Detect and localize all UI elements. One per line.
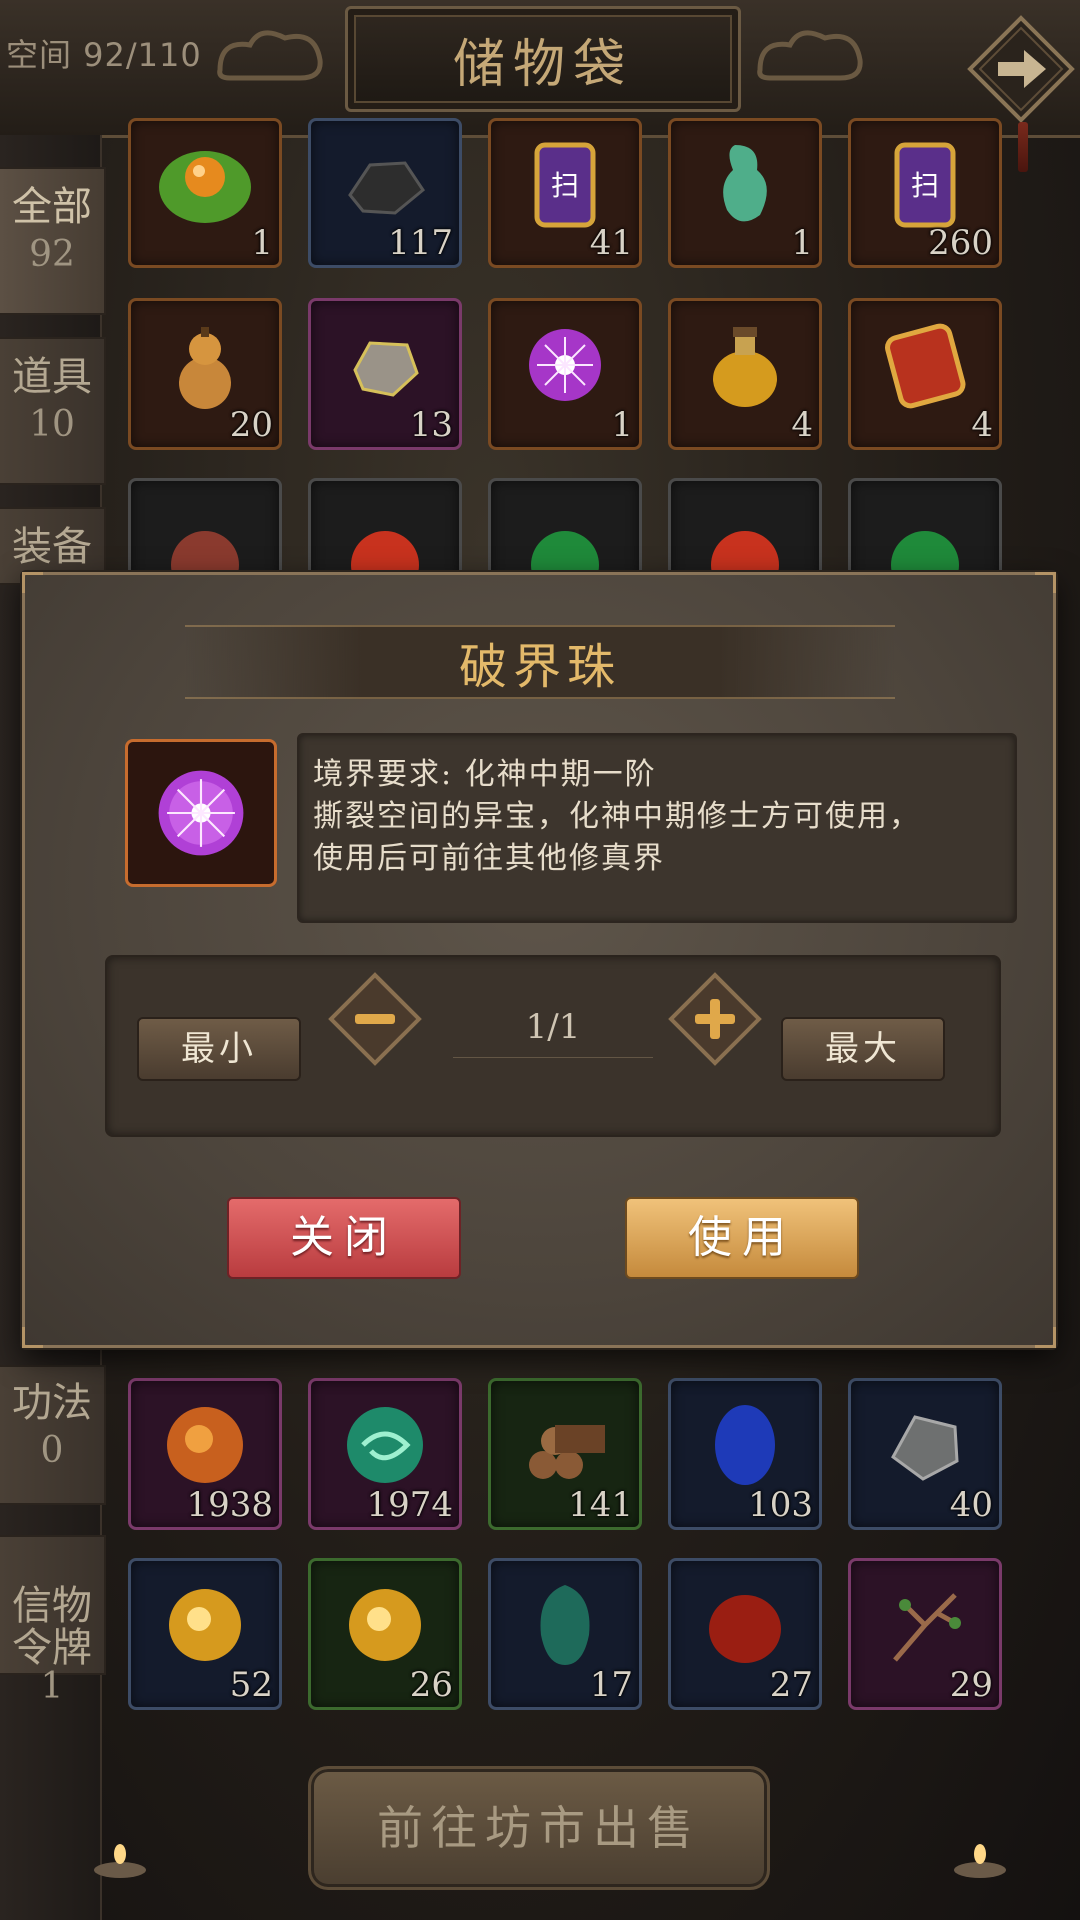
dialog-title-bar: 破界珠	[185, 625, 895, 699]
minus-icon	[355, 1014, 395, 1024]
corner-ornament	[22, 572, 43, 593]
item-icon-frame	[125, 739, 277, 887]
close-button[interactable]: 关闭	[227, 1197, 461, 1279]
use-button[interactable]: 使用	[625, 1197, 859, 1279]
realm-requirement: 境界要求: 化神中期一阶	[313, 757, 657, 792]
candle-icon	[94, 1844, 146, 1878]
corner-ornament	[1035, 1327, 1056, 1348]
decrease-button[interactable]	[327, 971, 423, 1067]
description-line: 撕裂空间的异宝，化神中期修士方可使用，	[313, 799, 921, 834]
corner-ornament	[22, 1327, 43, 1348]
item-description: 境界要求: 化神中期一阶 撕裂空间的异宝，化神中期修士方可使用， 使用后可前往其…	[297, 733, 1017, 923]
candle-icon	[954, 1844, 1006, 1878]
increase-button[interactable]	[667, 971, 763, 1067]
dialog-title: 破界珠	[458, 639, 621, 695]
quantity-value: 1/1	[453, 997, 653, 1058]
corner-ornament	[1035, 572, 1056, 593]
sell-at-market-button[interactable]: 前往坊市出售	[308, 1766, 770, 1890]
min-button[interactable]: 最小	[137, 1017, 301, 1081]
max-button[interactable]: 最大	[781, 1017, 945, 1081]
item-use-dialog: 破界珠 境界要求: 化神中期一阶 撕裂空间的异宝，化神中期修士方可使用， 使用后…	[22, 572, 1056, 1348]
description-line: 使用后可前往其他修真界	[313, 841, 665, 876]
quantity-selector: 最小 1/1 最大	[105, 955, 1001, 1137]
purple-orb-icon	[158, 770, 244, 856]
